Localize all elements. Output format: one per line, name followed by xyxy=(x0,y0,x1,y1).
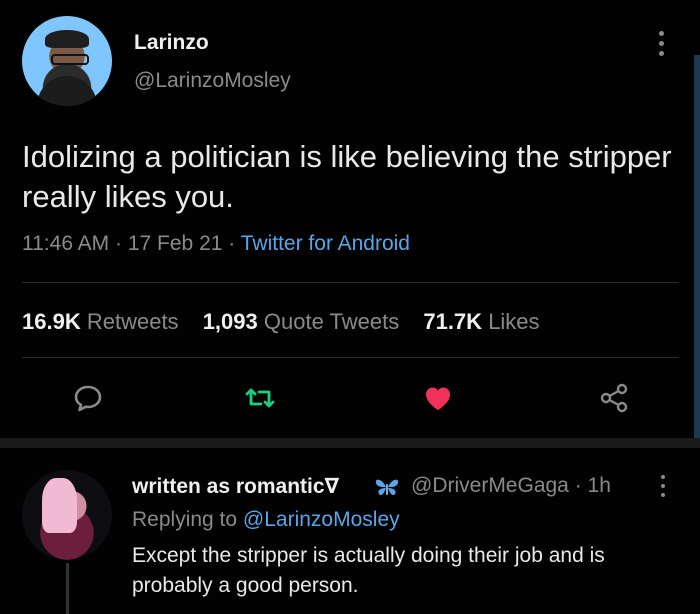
butterfly-icon xyxy=(374,476,400,500)
quotes-stat[interactable]: 1,093 Quote Tweets xyxy=(203,309,400,334)
reply-more-options-icon[interactable] xyxy=(660,475,666,503)
tweet-date: 17 Feb 21 xyxy=(127,232,223,255)
author-name[interactable]: Larinzo xyxy=(134,31,209,55)
thread-line xyxy=(66,563,69,614)
replying-prefix: Replying to xyxy=(132,508,238,531)
divider xyxy=(22,357,679,358)
replying-to: Replying to @LarinzoMosley xyxy=(132,508,400,532)
meta-separator: · xyxy=(228,232,236,255)
share-icon[interactable] xyxy=(595,378,635,418)
avatar-hair xyxy=(42,478,77,533)
avatar-shirt xyxy=(37,76,97,106)
replying-mention-link[interactable]: @LarinzoMosley xyxy=(243,508,400,531)
quotes-count: 1,093 xyxy=(202,309,258,334)
retweets-stat[interactable]: 16.9K Retweets xyxy=(22,309,179,334)
avatar-cap xyxy=(45,30,89,48)
tweet-meta: 11:46 AM · 17 Feb 21 · Twitter for Andro… xyxy=(22,232,410,256)
action-bar xyxy=(0,378,700,422)
meta-separator: · xyxy=(115,232,123,255)
reply-author-avatar[interactable] xyxy=(22,470,112,560)
author-handle[interactable]: @LarinzoMosley xyxy=(134,69,291,93)
retweets-label: Retweets xyxy=(86,309,179,334)
reply-author-handle[interactable]: @DriverMeGaga xyxy=(411,474,569,497)
avatar-glasses xyxy=(51,54,89,65)
comment-icon[interactable] xyxy=(68,378,108,418)
reply-age: · 1h xyxy=(574,474,611,497)
likes-label: Likes xyxy=(488,309,540,334)
reply-author-name[interactable]: written as romantic∇ xyxy=(132,474,339,499)
section-separator xyxy=(0,438,700,448)
tweet-detail-screen: Larinzo @LarinzoMosley Idolizing a polit… xyxy=(0,0,700,614)
author-avatar[interactable] xyxy=(22,16,112,106)
engagement-stats: 16.9K Retweets 1,093 Quote Tweets 71.7K … xyxy=(22,309,540,335)
heart-icon[interactable] xyxy=(418,378,458,418)
quotes-label: Quote Tweets xyxy=(263,309,400,334)
retweets-count: 16.9K xyxy=(22,309,81,334)
more-options-icon[interactable] xyxy=(658,31,664,61)
retweet-icon[interactable] xyxy=(240,378,280,418)
reply-meta: @DriverMeGaga · 1h xyxy=(411,474,611,498)
reply-text: Except the stripper is actually doing th… xyxy=(132,544,605,597)
tweet-time: 11:46 AM xyxy=(22,232,110,255)
divider xyxy=(22,282,679,283)
tweet-text: Idolizing a politician is like believing… xyxy=(22,139,672,214)
likes-count: 71.7K xyxy=(423,309,483,334)
tweet-source-link[interactable]: Twitter for Android xyxy=(241,232,410,255)
likes-stat[interactable]: 71.7K Likes xyxy=(423,309,539,334)
